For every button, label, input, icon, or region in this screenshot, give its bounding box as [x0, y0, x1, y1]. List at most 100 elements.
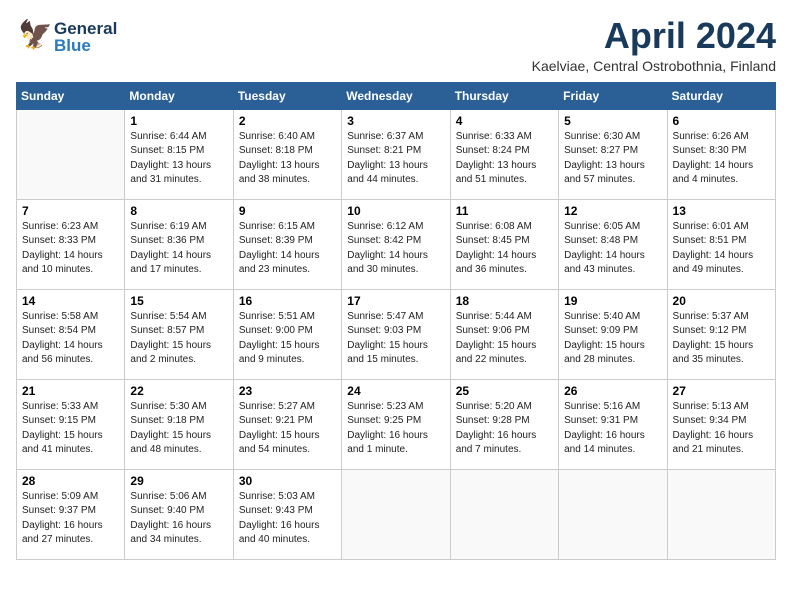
- weekday-header: Friday: [559, 82, 667, 109]
- page-header: 🦅 General Blue April 2024 Kaelviae, Cent…: [16, 16, 776, 74]
- calendar-cell: [450, 469, 558, 559]
- calendar-cell: 14Sunrise: 5:58 AM Sunset: 8:54 PM Dayli…: [17, 289, 125, 379]
- logo: 🦅 General Blue: [16, 16, 117, 57]
- day-info: Sunrise: 5:58 AM Sunset: 8:54 PM Dayligh…: [22, 310, 119, 368]
- calendar-cell: 27Sunrise: 5:13 AM Sunset: 9:34 PM Dayli…: [667, 379, 775, 469]
- calendar-cell: 15Sunrise: 5:54 AM Sunset: 8:57 PM Dayli…: [125, 289, 233, 379]
- day-info: Sunrise: 5:40 AM Sunset: 9:09 PM Dayligh…: [564, 310, 661, 368]
- day-info: Sunrise: 5:37 AM Sunset: 9:12 PM Dayligh…: [673, 310, 770, 368]
- calendar-cell: 12 Sunrise: 6:05 AM Sunset: 8:48 PM Dayli…: [559, 199, 667, 289]
- logo-blue-text: Blue: [54, 37, 117, 54]
- calendar-week-row: 28 Sunrise: 5:09 AM Sunset: 9:37 PM Dayli…: [17, 469, 776, 559]
- calendar-cell: 17 Sunrise: 5:47 AM Sunset: 9:03 PM Dayli…: [342, 289, 450, 379]
- day-info: Sunrise: 5:06 AM Sunset: 9:40 PM Dayligh…: [130, 490, 227, 548]
- day-number: 17: [347, 294, 444, 308]
- day-number: 21: [22, 384, 119, 398]
- calendar-cell: 7 Sunrise: 6:23 AM Sunset: 8:33 PM Daylig…: [17, 199, 125, 289]
- calendar-cell: 22 Sunrise: 5:30 AM Sunset: 9:18 PM Dayli…: [125, 379, 233, 469]
- day-number: 20: [673, 294, 770, 308]
- title-block: April 2024 Kaelviae, Central Ostrobothni…: [532, 16, 776, 74]
- logo-name: General Blue: [54, 20, 117, 54]
- calendar-cell: 23 Sunrise: 5:27 AM Sunset: 9:21 PM Dayli…: [233, 379, 341, 469]
- day-info: Sunrise: 5:27 AM Sunset: 9:21 PM Dayligh…: [239, 400, 336, 458]
- weekday-header: Tuesday: [233, 82, 341, 109]
- calendar-cell: 21 Sunrise: 5:33 AM Sunset: 9:15 PM Dayli…: [17, 379, 125, 469]
- calendar-cell: 4 Sunrise: 6:33 AM Sunset: 8:24 PM Daylig…: [450, 109, 558, 199]
- day-number: 16: [239, 294, 336, 308]
- day-info: Sunrise: 6:08 AM Sunset: 8:45 PM Dayligh…: [456, 220, 553, 278]
- weekday-header: Sunday: [17, 82, 125, 109]
- weekday-header: Thursday: [450, 82, 558, 109]
- calendar-cell: 1Sunrise: 6:44 AM Sunset: 8:15 PM Daylig…: [125, 109, 233, 199]
- calendar-cell: 30Sunrise: 5:03 AM Sunset: 9:43 PM Dayli…: [233, 469, 341, 559]
- calendar-cell: 11 Sunrise: 6:08 AM Sunset: 8:45 PM Dayli…: [450, 199, 558, 289]
- day-number: 27: [673, 384, 770, 398]
- day-info: Sunrise: 6:01 AM Sunset: 8:51 PM Dayligh…: [673, 220, 770, 278]
- day-number: 23: [239, 384, 336, 398]
- day-number: 6: [673, 114, 770, 128]
- day-info: Sunrise: 5:20 AM Sunset: 9:28 PM Dayligh…: [456, 400, 553, 458]
- calendar-cell: 3 Sunrise: 6:37 AM Sunset: 8:21 PM Daylig…: [342, 109, 450, 199]
- calendar-cell: 10Sunrise: 6:12 AM Sunset: 8:42 PM Dayli…: [342, 199, 450, 289]
- calendar-header-row: SundayMondayTuesdayWednesdayThursdayFrid…: [17, 82, 776, 109]
- day-info: Sunrise: 5:54 AM Sunset: 8:57 PM Dayligh…: [130, 310, 227, 368]
- calendar-cell: 28 Sunrise: 5:09 AM Sunset: 9:37 PM Dayli…: [17, 469, 125, 559]
- day-number: 3: [347, 114, 444, 128]
- calendar-week-row: 21 Sunrise: 5:33 AM Sunset: 9:15 PM Dayli…: [17, 379, 776, 469]
- calendar-table: SundayMondayTuesdayWednesdayThursdayFrid…: [16, 82, 776, 560]
- calendar-cell: 9Sunrise: 6:15 AM Sunset: 8:39 PM Daylig…: [233, 199, 341, 289]
- day-info: Sunrise: 6:05 AM Sunset: 8:48 PM Dayligh…: [564, 220, 661, 278]
- day-number: 8: [130, 204, 227, 218]
- day-info: Sunrise: 6:15 AM Sunset: 8:39 PM Dayligh…: [239, 220, 336, 278]
- calendar-cell: 29 Sunrise: 5:06 AM Sunset: 9:40 PM Dayli…: [125, 469, 233, 559]
- day-info: Sunrise: 5:47 AM Sunset: 9:03 PM Dayligh…: [347, 310, 444, 368]
- calendar-cell: 6Sunrise: 6:26 AM Sunset: 8:30 PM Daylig…: [667, 109, 775, 199]
- day-number: 11: [456, 204, 553, 218]
- calendar-cell: 18 Sunrise: 5:44 AM Sunset: 9:06 PM Dayli…: [450, 289, 558, 379]
- calendar-cell: [17, 109, 125, 199]
- day-number: 22: [130, 384, 227, 398]
- day-number: 18: [456, 294, 553, 308]
- day-info: Sunrise: 6:23 AM Sunset: 8:33 PM Dayligh…: [22, 220, 119, 278]
- day-number: 26: [564, 384, 661, 398]
- day-number: 5: [564, 114, 661, 128]
- weekday-header: Saturday: [667, 82, 775, 109]
- calendar-cell: 19 Sunrise: 5:40 AM Sunset: 9:09 PM Dayli…: [559, 289, 667, 379]
- logo-icon: 🦅: [16, 16, 52, 57]
- calendar-cell: 8Sunrise: 6:19 AM Sunset: 8:36 PM Daylig…: [125, 199, 233, 289]
- calendar-cell: 13Sunrise: 6:01 AM Sunset: 8:51 PM Dayli…: [667, 199, 775, 289]
- day-number: 29: [130, 474, 227, 488]
- calendar-cell: 5 Sunrise: 6:30 AM Sunset: 8:27 PM Daylig…: [559, 109, 667, 199]
- day-number: 24: [347, 384, 444, 398]
- day-info: Sunrise: 5:23 AM Sunset: 9:25 PM Dayligh…: [347, 400, 444, 458]
- day-info: Sunrise: 6:33 AM Sunset: 8:24 PM Dayligh…: [456, 130, 553, 188]
- day-number: 7: [22, 204, 119, 218]
- day-number: 2: [239, 114, 336, 128]
- day-info: Sunrise: 5:44 AM Sunset: 9:06 PM Dayligh…: [456, 310, 553, 368]
- calendar-title: April 2024: [532, 16, 776, 56]
- logo-general-text: General: [54, 20, 117, 37]
- calendar-cell: 2Sunrise: 6:40 AM Sunset: 8:18 PM Daylig…: [233, 109, 341, 199]
- svg-text:🦅: 🦅: [18, 17, 52, 51]
- day-number: 1: [130, 114, 227, 128]
- day-number: 12: [564, 204, 661, 218]
- day-info: Sunrise: 6:30 AM Sunset: 8:27 PM Dayligh…: [564, 130, 661, 188]
- calendar-cell: 26Sunrise: 5:16 AM Sunset: 9:31 PM Dayli…: [559, 379, 667, 469]
- calendar-week-row: 14Sunrise: 5:58 AM Sunset: 8:54 PM Dayli…: [17, 289, 776, 379]
- weekday-header: Wednesday: [342, 82, 450, 109]
- day-number: 4: [456, 114, 553, 128]
- day-info: Sunrise: 5:03 AM Sunset: 9:43 PM Dayligh…: [239, 490, 336, 548]
- day-info: Sunrise: 6:12 AM Sunset: 8:42 PM Dayligh…: [347, 220, 444, 278]
- day-info: Sunrise: 5:09 AM Sunset: 9:37 PM Dayligh…: [22, 490, 119, 548]
- day-info: Sunrise: 6:37 AM Sunset: 8:21 PM Dayligh…: [347, 130, 444, 188]
- day-number: 25: [456, 384, 553, 398]
- calendar-cell: 16Sunrise: 5:51 AM Sunset: 9:00 PM Dayli…: [233, 289, 341, 379]
- day-number: 19: [564, 294, 661, 308]
- day-number: 28: [22, 474, 119, 488]
- calendar-cell: [342, 469, 450, 559]
- calendar-week-row: 1Sunrise: 6:44 AM Sunset: 8:15 PM Daylig…: [17, 109, 776, 199]
- calendar-cell: 24 Sunrise: 5:23 AM Sunset: 9:25 PM Dayli…: [342, 379, 450, 469]
- day-info: Sunrise: 5:33 AM Sunset: 9:15 PM Dayligh…: [22, 400, 119, 458]
- day-info: Sunrise: 5:30 AM Sunset: 9:18 PM Dayligh…: [130, 400, 227, 458]
- calendar-cell: 25 Sunrise: 5:20 AM Sunset: 9:28 PM Dayli…: [450, 379, 558, 469]
